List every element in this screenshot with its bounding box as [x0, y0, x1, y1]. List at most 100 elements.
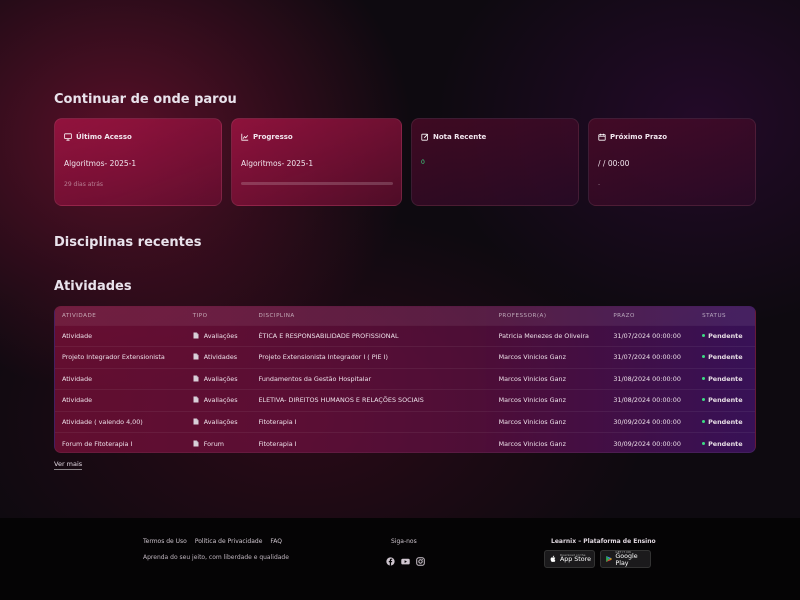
cell-type: Atividades	[185, 346, 252, 368]
status-dot	[702, 355, 706, 359]
status-badge: Pendente	[695, 432, 755, 452]
google-play-icon	[606, 556, 612, 562]
cell-course: Fitoterapia I	[251, 410, 492, 433]
document-icon	[193, 396, 199, 403]
status-label: Pendente	[708, 374, 743, 383]
follow-label: Siga-nos	[391, 538, 417, 545]
table-row[interactable]: Atividade Avaliações ELETIVA- DIREITOS HUM…	[55, 389, 755, 411]
apple-icon	[550, 555, 556, 563]
cell-teacher: Patricia Menezes de Oliveira	[491, 324, 607, 347]
instagram-icon[interactable]	[416, 551, 425, 566]
document-icon	[193, 375, 199, 382]
cell-type: Forum	[185, 432, 252, 452]
continue-section-title: Continuar de onde parou	[54, 92, 237, 107]
status-label: Pendente	[708, 331, 743, 340]
recent-courses-title: Disciplinas recentes	[54, 235, 202, 250]
col-header: DISCIPLINA	[258, 312, 295, 319]
cell-type: Avaliações	[185, 389, 252, 411]
cell-deadline: 31/08/2024 00:00:00	[606, 367, 696, 390]
card-title: Próximo Prazo	[610, 133, 668, 141]
cell-type: Avaliações	[185, 410, 252, 433]
cell-activity: Atividade	[55, 367, 186, 390]
footer: Termos de Uso Política de Privacidade FA…	[0, 518, 800, 600]
cell-course: Fitoterapia I	[251, 432, 492, 452]
table-row[interactable]: Projeto Integrador Extensionista Atividad…	[55, 346, 755, 368]
card-value: Algoritmos- 2025-1	[64, 159, 137, 168]
faq-link[interactable]: FAQ	[270, 538, 282, 545]
card-recent-grade[interactable]: Nota Recente 0	[411, 118, 579, 206]
status-dot	[702, 419, 706, 423]
type-label: Avaliações	[203, 331, 238, 340]
card-progress[interactable]: Progresso Algoritmos- 2025-1	[231, 118, 402, 206]
type-label: Atividades	[203, 353, 238, 362]
cell-course: ÉTICA E RESPONSABILIDADE PROFISSIONAL	[251, 324, 492, 347]
status-dot	[702, 398, 706, 402]
monitor-icon	[64, 133, 72, 141]
status-label: Pendente	[708, 417, 743, 426]
cell-activity: Atividade	[55, 324, 186, 347]
cell-deadline: 31/07/2024 00:00:00	[606, 346, 696, 368]
store-badges: Download on the App Store GET IT ON Google…	[544, 550, 651, 568]
cell-course: Fundamentos da Gestão Hospitalar	[251, 367, 492, 390]
footer-brand: Learnix – Plataforma de Ensino	[551, 538, 656, 545]
document-icon	[193, 353, 199, 360]
privacy-link[interactable]: Política de Privacidade	[195, 538, 263, 545]
status-badge: Pendente	[695, 367, 755, 390]
cell-deadline: 31/08/2024 00:00:00	[606, 389, 696, 411]
app-store-button[interactable]: Download on the App Store	[544, 550, 595, 568]
document-icon	[193, 418, 199, 425]
table-row[interactable]: Atividade Avaliações Fundamentos da Gestão…	[55, 367, 755, 390]
status-badge: Pendente	[695, 324, 755, 347]
card-subtext: 29 dias atrás	[64, 181, 104, 188]
store-name: Google Play	[615, 553, 638, 567]
cell-deadline: 30/09/2024 00:00:00	[606, 410, 696, 433]
google-play-button[interactable]: GET IT ON Google Play	[600, 550, 651, 568]
table-row[interactable]: Atividade Avaliações ÉTICA E RESPONSABILID…	[55, 324, 755, 347]
cell-activity: Atividade ( valendo 4,00)	[55, 410, 186, 433]
status-badge: Pendente	[695, 410, 755, 433]
cell-teacher: Marcos Vinicios Ganz	[491, 432, 607, 452]
grade-value: 0	[421, 159, 425, 166]
activities-table: ATIVIDADE TIPO DISCIPLINA PROFESSOR(A) P…	[54, 306, 756, 453]
type-label: Avaliações	[203, 417, 238, 426]
card-title: Progresso	[253, 133, 293, 141]
col-header: TIPO	[192, 312, 208, 319]
terms-link[interactable]: Termos de Uso	[143, 538, 187, 545]
store-name: App Store	[560, 556, 591, 564]
cell-teacher: Marcos Vinicios Ganz	[491, 367, 607, 390]
cell-deadline: 30/09/2024 00:00:00	[606, 432, 696, 452]
chart-line-icon	[241, 133, 249, 141]
see-more-link[interactable]: Ver mais	[54, 460, 83, 470]
card-last-access[interactable]: Último Acesso Algoritmos- 2025-1 29 dias…	[54, 118, 222, 206]
document-icon	[193, 332, 199, 339]
card-value: Algoritmos- 2025-1	[241, 159, 314, 168]
cell-type: Avaliações	[185, 367, 252, 390]
col-header: PRAZO	[613, 312, 635, 319]
cell-teacher: Marcos Vinicios Ganz	[491, 389, 607, 411]
table-row[interactable]: Forum de Fitoterapia I Forum Fitoterapia I…	[55, 432, 755, 452]
status-dot	[702, 376, 706, 380]
card-next-deadline[interactable]: Próximo Prazo / / 00:00 -	[588, 118, 756, 206]
status-dot	[702, 333, 706, 337]
type-label: Avaliações	[203, 374, 238, 383]
cell-deadline: 31/07/2024 00:00:00	[606, 324, 696, 347]
document-icon	[193, 440, 199, 446]
cell-activity: Atividade	[55, 389, 186, 411]
edit-note-icon	[421, 133, 429, 141]
footer-links: Termos de Uso Política de Privacidade FA…	[143, 538, 282, 545]
cell-teacher: Marcos Vinicios Ganz	[491, 346, 607, 368]
card-title: Nota Recente	[433, 133, 487, 141]
facebook-icon[interactable]	[386, 551, 395, 566]
card-value: / / 00:00	[598, 159, 630, 168]
table-row[interactable]: Atividade ( valendo 4,00) Avaliações Fitot…	[55, 410, 755, 433]
cell-type: Avaliações	[185, 324, 252, 347]
progress-bar	[241, 182, 393, 185]
status-badge: Pendente	[695, 389, 755, 411]
summary-cards: Último Acesso Algoritmos- 2025-1 29 dias…	[54, 118, 756, 206]
cell-course: ELETIVA- DIREITOS HUMANOS E RELAÇÕES SOC…	[251, 389, 492, 411]
status-label: Pendente	[708, 396, 743, 405]
status-label: Pendente	[708, 439, 743, 448]
youtube-icon[interactable]	[401, 551, 410, 565]
type-label: Avaliações	[203, 396, 238, 405]
status-badge: Pendente	[695, 346, 755, 368]
